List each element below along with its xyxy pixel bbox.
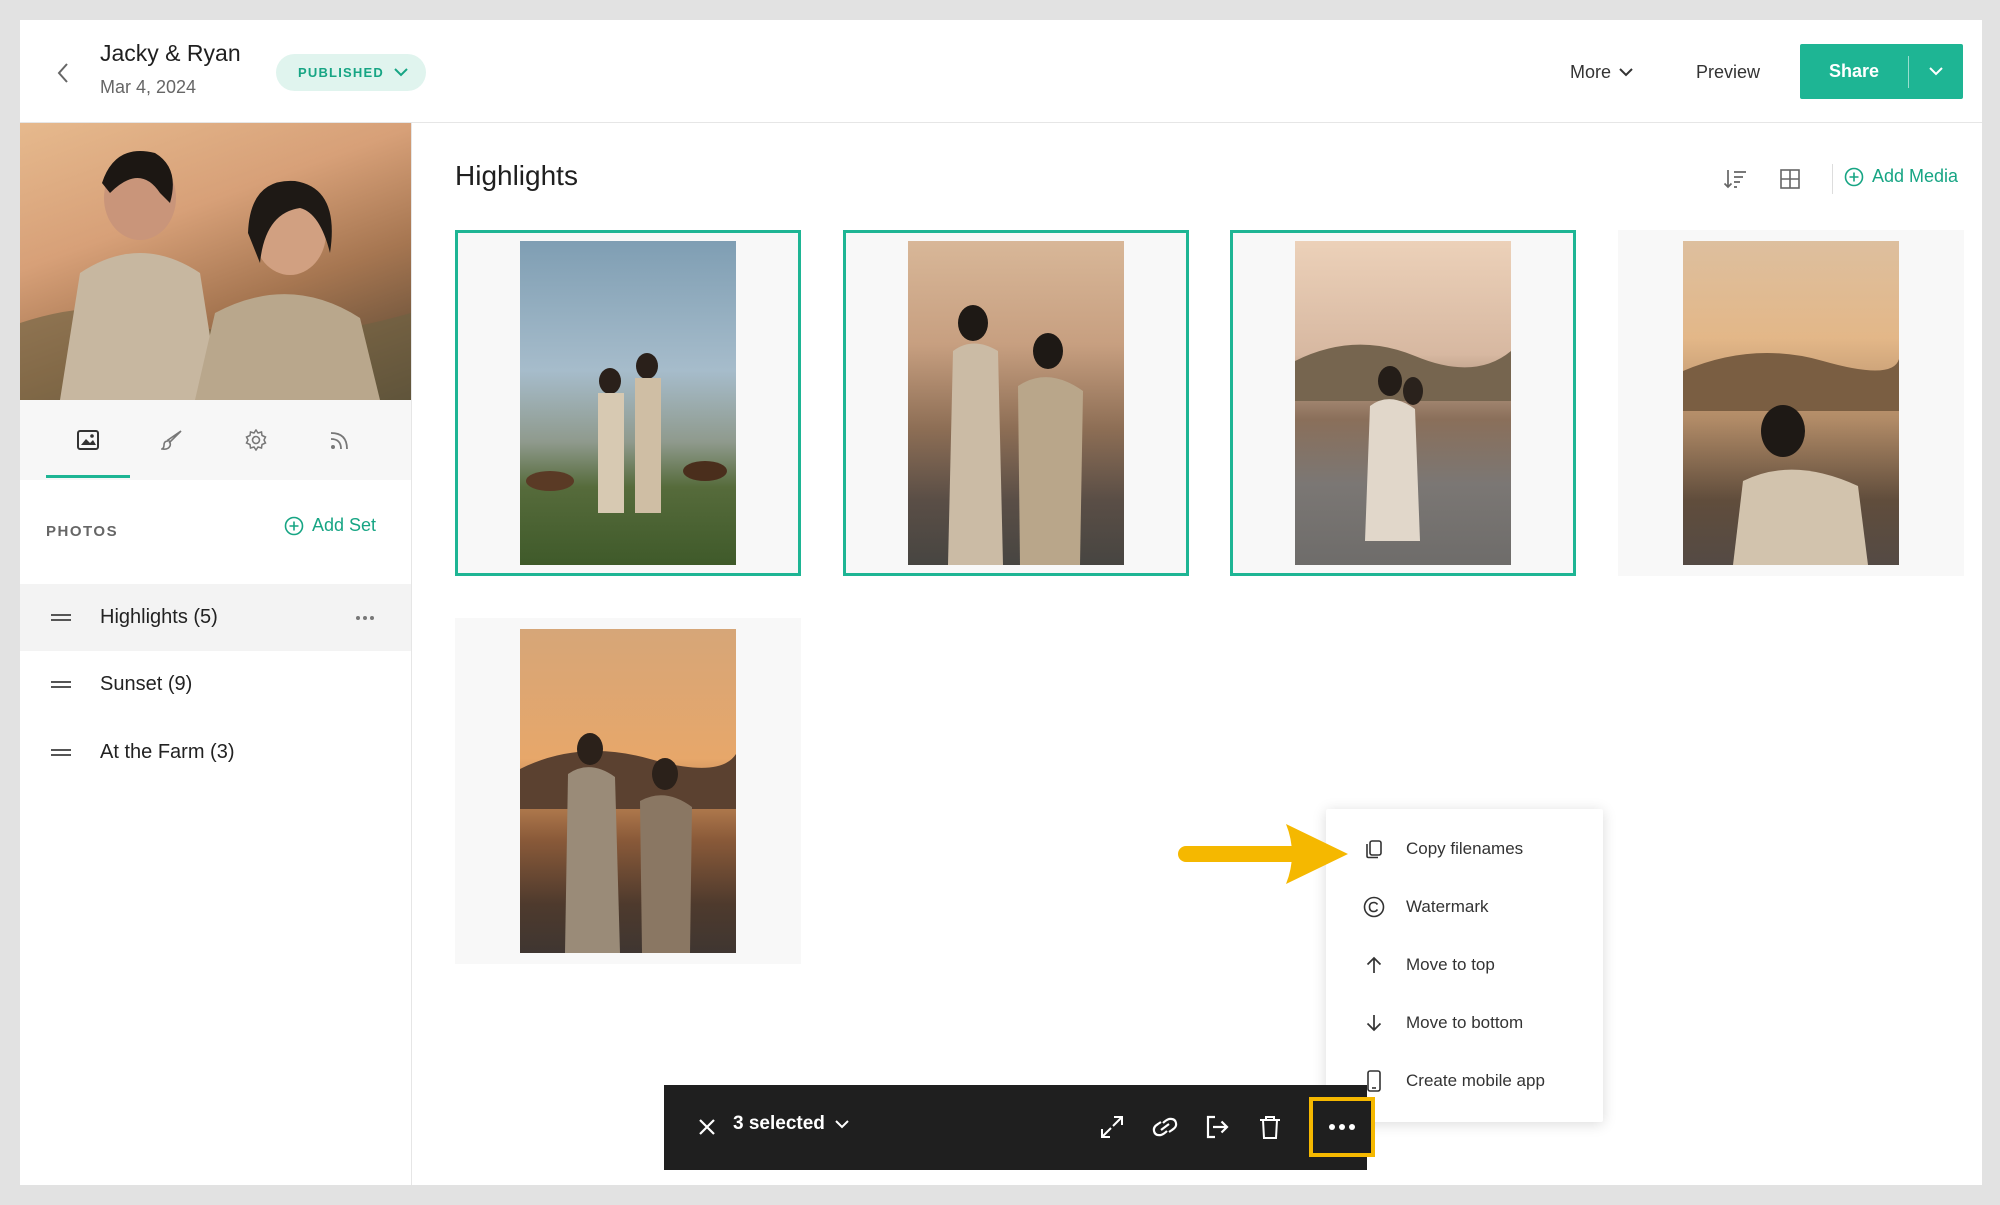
- add-set-button[interactable]: Add Set: [284, 515, 376, 536]
- toolbar-divider: [1832, 164, 1833, 194]
- share-options-button[interactable]: [1909, 44, 1963, 99]
- active-tab-indicator: [46, 475, 130, 478]
- add-media-button[interactable]: Add Media: [1844, 166, 1958, 187]
- move-to-button[interactable]: [1201, 1111, 1233, 1143]
- photo-thumbnail: [520, 241, 736, 565]
- add-set-label: Add Set: [312, 515, 377, 535]
- sidebar-tabs: [20, 400, 411, 480]
- menu-label: Move to top: [1406, 955, 1495, 974]
- menu-item-move-to-bottom[interactable]: Move to bottom: [1326, 995, 1603, 1051]
- cover-photo[interactable]: [20, 123, 411, 400]
- copy-icon: [1362, 837, 1386, 861]
- tab-settings[interactable]: [214, 400, 298, 480]
- expand-icon: [1101, 1116, 1123, 1138]
- sort-button[interactable]: [1720, 164, 1750, 194]
- share-button[interactable]: Share: [1800, 61, 1908, 82]
- selection-action-bar: 3 selected: [664, 1085, 1375, 1170]
- grid-view-button[interactable]: [1775, 164, 1805, 194]
- menu-label: Watermark: [1406, 897, 1489, 916]
- selected-count-label: 3 selected: [733, 1113, 825, 1134]
- status-badge[interactable]: PUBLISHED: [276, 54, 426, 91]
- gallery-title: Jacky & Ryan: [100, 40, 241, 66]
- photo-thumbnail: [520, 629, 736, 953]
- sort-icon: [1723, 170, 1746, 189]
- brush-icon: [161, 430, 182, 450]
- drag-handle-icon[interactable]: [51, 680, 71, 690]
- clear-selection-button[interactable]: [692, 1112, 722, 1142]
- menu-label: Copy filenames: [1406, 839, 1524, 858]
- photo-thumbnail: [1295, 241, 1511, 565]
- set-item-sunset[interactable]: Sunset (9): [20, 651, 411, 718]
- rss-icon: [330, 432, 348, 450]
- arrow-right-icon: [1178, 824, 1348, 884]
- status-label: PUBLISHED: [298, 65, 384, 80]
- share-button-group: Share: [1800, 44, 1963, 99]
- drag-handle-icon[interactable]: [51, 613, 71, 623]
- app-frame: Jacky & Ryan Mar 4, 2024 PUBLISHED More …: [20, 20, 1982, 1185]
- tab-photos[interactable]: [46, 400, 130, 480]
- set-label: Highlights (5): [100, 606, 218, 628]
- photo-tile[interactable]: [843, 230, 1189, 576]
- trash-icon: [1260, 1116, 1280, 1139]
- image-icon: [77, 430, 99, 450]
- copy-link-button[interactable]: [1149, 1111, 1181, 1143]
- link-icon: [1152, 1117, 1178, 1137]
- set-options-button[interactable]: [352, 608, 378, 628]
- photo-tile[interactable]: [455, 618, 801, 964]
- close-icon: [699, 1119, 715, 1135]
- plus-circle-icon: [1844, 167, 1864, 186]
- menu-item-copy-filenames[interactable]: Copy filenames: [1326, 821, 1603, 877]
- tab-activity[interactable]: [298, 400, 382, 480]
- add-media-label: Add Media: [1872, 166, 1959, 186]
- copyright-icon: [1362, 895, 1386, 919]
- photo-thumbnail: [1683, 241, 1899, 565]
- context-menu: Copy filenames Watermark Move to top Mov…: [1326, 809, 1603, 1122]
- set-title: Highlights: [455, 160, 578, 191]
- set-label: At the Farm (3): [100, 741, 235, 763]
- menu-label: Move to bottom: [1406, 1013, 1524, 1032]
- chevron-down-icon: [394, 68, 408, 77]
- expand-button[interactable]: [1096, 1111, 1128, 1143]
- sidebar: PHOTOS Add Set Highlights (5) Sunset (9)…: [20, 123, 412, 1185]
- drag-handle-icon[interactable]: [51, 748, 71, 758]
- more-actions-button[interactable]: [1309, 1097, 1375, 1157]
- photo-tile[interactable]: [1618, 230, 1964, 576]
- photos-section-label: PHOTOS: [46, 523, 119, 540]
- back-button[interactable]: [48, 58, 78, 88]
- set-label: Sunset (9): [100, 673, 193, 695]
- preview-button[interactable]: Preview: [1696, 58, 1760, 86]
- chevron-down-icon: [1929, 67, 1943, 76]
- header: Jacky & Ryan Mar 4, 2024 PUBLISHED More …: [20, 20, 1982, 123]
- gallery-date: Mar 4, 2024: [100, 77, 197, 97]
- photo-tile[interactable]: [1230, 230, 1576, 576]
- more-menu-button[interactable]: More: [1570, 58, 1633, 86]
- set-item-highlights[interactable]: Highlights (5): [20, 584, 411, 651]
- export-icon: [1206, 1115, 1229, 1139]
- set-item-at-the-farm[interactable]: At the Farm (3): [20, 719, 411, 786]
- photo-tile[interactable]: [455, 230, 801, 576]
- arrow-down-icon: [1362, 1011, 1386, 1035]
- chevron-down-icon: [835, 1119, 849, 1128]
- cover-illustration: [20, 151, 411, 400]
- grid-icon: [1780, 169, 1800, 189]
- delete-button[interactable]: [1254, 1111, 1286, 1143]
- photo-thumbnail: [908, 241, 1124, 565]
- chevron-down-icon: [1619, 67, 1633, 76]
- selection-count-dropdown[interactable]: 3 selected: [733, 1113, 849, 1135]
- plus-circle-icon: [284, 516, 304, 535]
- gear-icon: [245, 429, 267, 451]
- menu-label: Create mobile app: [1406, 1071, 1545, 1090]
- tab-design[interactable]: [130, 400, 214, 480]
- arrow-up-icon: [1362, 953, 1386, 977]
- chevron-left-icon: [57, 63, 68, 83]
- menu-item-watermark[interactable]: Watermark: [1326, 879, 1603, 935]
- more-label: More: [1570, 61, 1612, 82]
- menu-item-move-to-top[interactable]: Move to top: [1326, 937, 1603, 993]
